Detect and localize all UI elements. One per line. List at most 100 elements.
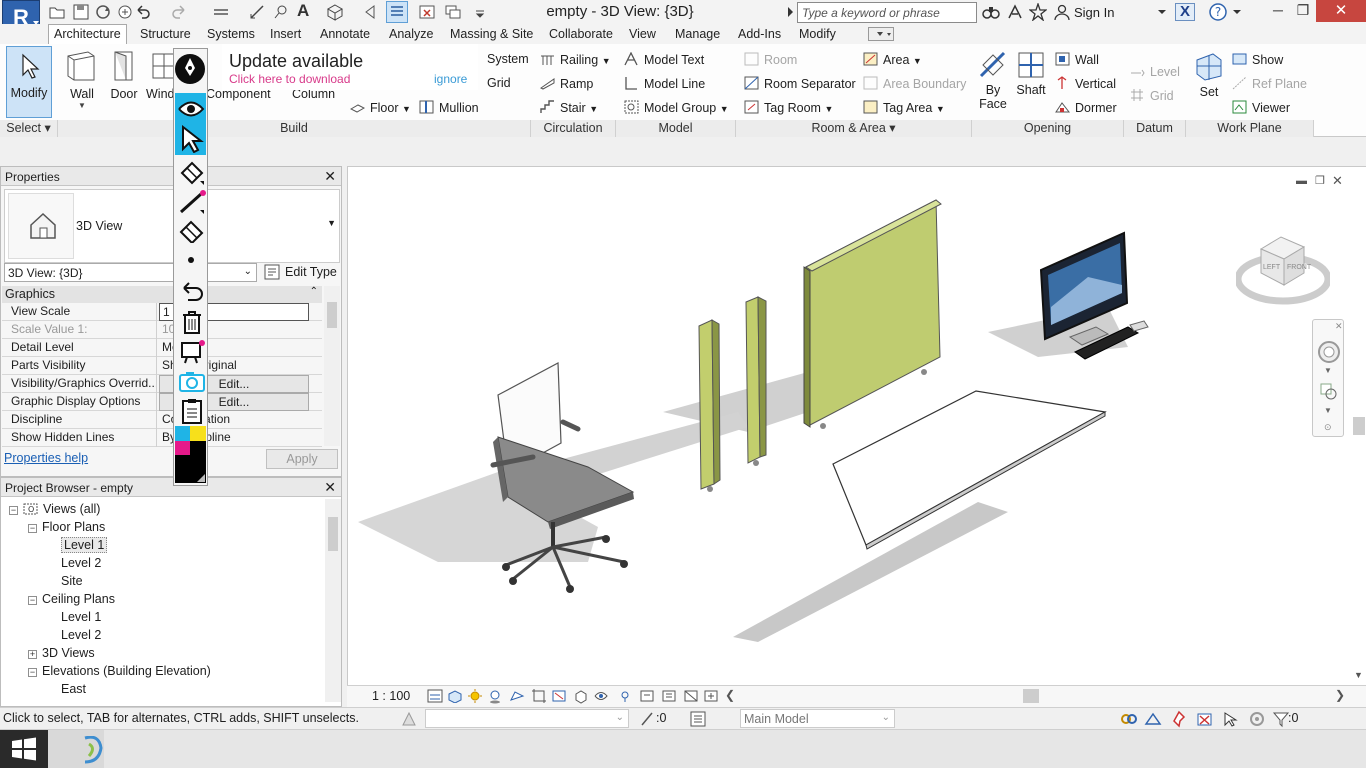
rendering-dialog-icon[interactable] <box>509 688 525 704</box>
modify-button[interactable]: Modify <box>6 46 52 118</box>
property-row[interactable]: Detail LevelMedium <box>2 339 322 357</box>
viewport-close-icon[interactable]: ✕ <box>1332 173 1343 189</box>
viewcube-front-face[interactable]: FRONT <box>1287 264 1311 271</box>
room-separator-button[interactable]: Room Separator <box>744 76 856 91</box>
search-input[interactable]: Type a keyword or phrase <box>797 2 977 23</box>
browser-tree-item[interactable]: − Floor Plans <box>28 519 105 536</box>
help-dropdown-icon[interactable] <box>1232 9 1242 15</box>
model-text-button[interactable]: Model Text <box>624 52 704 67</box>
subscription-center-icon[interactable] <box>1006 4 1024 20</box>
tab-insert[interactable]: Insert <box>266 26 305 42</box>
reveal-hidden-icon[interactable] <box>617 688 633 704</box>
browser-tree-item[interactable]: − Elevations (Building Elevation) <box>28 663 211 680</box>
dormer-button[interactable]: Dormer <box>1055 100 1117 115</box>
scroll-right-arrow-icon[interactable]: ❯ <box>1335 688 1345 702</box>
color-swatch-cyan[interactable] <box>175 426 190 441</box>
tab-architecture[interactable]: Architecture <box>48 24 127 45</box>
curtain-grid-button[interactable]: Grid <box>487 76 511 90</box>
edit-type-button[interactable]: Edit Type <box>262 263 340 282</box>
minimize-window-button[interactable]: ─ <box>1268 2 1288 20</box>
open-icon[interactable] <box>48 3 66 21</box>
browser-tree-item[interactable]: Level 1 <box>47 537 108 554</box>
default-3d-view-icon[interactable] <box>326 3 344 21</box>
help-icon[interactable]: ? <box>1209 3 1227 21</box>
sign-in-button[interactable]: Sign In <box>1074 5 1114 20</box>
properties-scrollbar[interactable] <box>324 286 340 446</box>
navbar-close-icon[interactable]: ✕ <box>1335 321 1343 332</box>
measure-icon[interactable] <box>212 3 230 21</box>
wall-button[interactable]: Wall ▼ <box>64 50 100 114</box>
exchange-apps-icon[interactable]: X <box>1175 3 1195 21</box>
steering-wheel-icon[interactable] <box>1317 340 1341 364</box>
select-panel-title[interactable]: Select ▾ <box>0 120 58 137</box>
area-boundary-button[interactable]: Area Boundary <box>863 76 966 91</box>
binoculars-icon[interactable] <box>982 4 1000 20</box>
collapse-node-icon[interactable]: − <box>9 506 18 515</box>
unlocked-3d-view-icon[interactable] <box>573 688 589 704</box>
browser-tree-item[interactable]: − Ceiling Plans <box>28 591 115 608</box>
download-link[interactable]: Click here to download <box>229 72 350 86</box>
temporary-view-properties-icon[interactable] <box>639 688 655 704</box>
viewport-horizontal-scrollbar[interactable] <box>745 687 1349 705</box>
collapse-view-bar-icon[interactable]: ❮ <box>725 688 735 702</box>
navbar-options-icon[interactable]: ⊙ <box>1324 422 1332 433</box>
tab-analyze[interactable]: Analyze <box>385 26 437 42</box>
background-processes-icon[interactable] <box>1248 710 1266 728</box>
instance-selector[interactable]: 3D View: {3D} ⌄ <box>4 263 257 282</box>
curtain-system-button[interactable]: System <box>487 52 529 66</box>
zoom-region-icon[interactable] <box>1319 382 1339 402</box>
viewport-hscroll-thumb[interactable] <box>1023 689 1039 703</box>
search-expand-icon[interactable] <box>786 5 796 19</box>
viewcube[interactable]: LEFT FRONT <box>1234 227 1332 307</box>
detail-level-icon[interactable] <box>427 689 443 703</box>
room-button[interactable]: Room <box>744 52 797 67</box>
ignore-link[interactable]: ignore <box>434 72 467 86</box>
browser-tree-item[interactable]: − O Views (all) <box>9 501 100 518</box>
tag-area-button[interactable]: Tag Area ▼ <box>863 100 945 115</box>
pen-line-icon[interactable] <box>178 189 206 215</box>
eraser-icon[interactable] <box>178 217 206 243</box>
property-row[interactable]: DisciplineCoordination <box>2 411 322 429</box>
restore-window-button[interactable]: ❐ <box>1293 2 1313 20</box>
eye-icon[interactable] <box>177 97 205 121</box>
color-swatch-yellow[interactable] <box>190 426 206 441</box>
tab-systems[interactable]: Systems <box>203 26 259 42</box>
browser-scroll-thumb[interactable] <box>328 517 338 551</box>
browser-tree-item[interactable]: Level 2 <box>47 627 101 644</box>
room-area-panel-title[interactable]: Room & Area ▾ <box>736 120 972 137</box>
drag-elements-icon[interactable] <box>1222 710 1240 728</box>
tab-collaborate[interactable]: Collaborate <box>545 26 617 42</box>
update-notification[interactable]: Update available Click here to download … <box>222 44 478 90</box>
wall-opening-button[interactable]: Wall <box>1055 52 1099 67</box>
show-work-plane-button[interactable]: Show <box>1232 52 1283 67</box>
sync-icon[interactable] <box>94 3 112 21</box>
collapse-node-icon[interactable]: − <box>28 668 37 677</box>
trash-icon[interactable] <box>178 309 206 335</box>
browser-tree-item[interactable]: Level 1 <box>47 609 101 626</box>
highlighter-icon[interactable] <box>178 159 206 185</box>
model-group-button[interactable]: Model Group ▼ <box>624 100 729 115</box>
viewport-vertical-scrollbar[interactable]: ▼ <box>1350 167 1366 686</box>
tab-view[interactable]: View <box>625 26 660 42</box>
workset-selector[interactable]: ⌄ <box>425 709 629 728</box>
design-options-icon[interactable] <box>690 711 706 727</box>
color-swatch-magenta[interactable] <box>175 441 190 455</box>
viewer-button[interactable]: Viewer <box>1232 100 1290 115</box>
pen-size-dot-icon[interactable] <box>184 253 198 267</box>
clipboard-icon[interactable] <box>178 397 206 425</box>
browser-tree-item[interactable]: Level 2 <box>47 555 101 572</box>
tab-structure[interactable]: Structure <box>136 26 195 42</box>
tab-annotate[interactable]: Annotate <box>316 26 374 42</box>
graphics-group-header[interactable]: Graphics ⌃ <box>2 286 322 303</box>
floor-button[interactable]: Floor ▼ <box>350 100 411 115</box>
section-icon[interactable] <box>362 3 380 21</box>
analytical-model-icon[interactable] <box>703 688 719 704</box>
door-button[interactable]: Door <box>106 50 142 114</box>
select-pinned-icon[interactable] <box>1170 710 1188 728</box>
browser-scrollbar[interactable] <box>325 499 341 702</box>
model-line-button[interactable]: Model Line <box>624 76 705 91</box>
properties-scroll-thumb[interactable] <box>327 302 337 328</box>
vertical-opening-button[interactable]: Vertical <box>1055 76 1116 91</box>
collapse-node-icon[interactable]: − <box>28 596 37 605</box>
select-underlay-icon[interactable] <box>1144 710 1162 728</box>
